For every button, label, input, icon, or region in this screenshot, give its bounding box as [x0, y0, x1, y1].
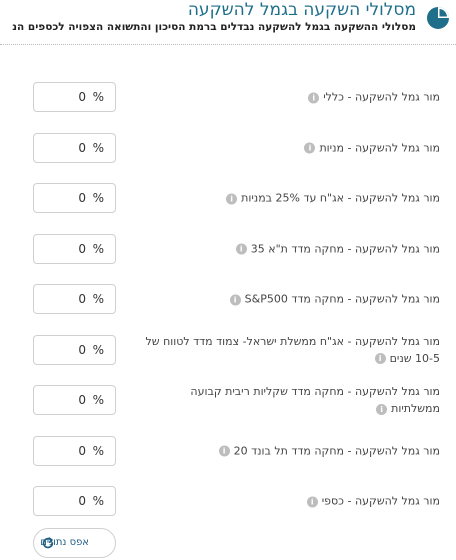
investment-tracks-page: מסלולי השקעה בגמל להשקעה מסלולי ההשקעה ב…	[0, 0, 456, 560]
track-row-money-market: מור גמל להשקעה - כספיi 0 %	[0, 476, 456, 527]
track-label: מור גמל להשקעה - כלליi	[140, 89, 440, 106]
reset-data-button[interactable]: אפס נתונים	[33, 528, 116, 558]
info-icon[interactable]: i	[218, 445, 230, 457]
info-icon[interactable]: i	[226, 193, 238, 205]
info-icon[interactable]: i	[306, 496, 318, 508]
input-value: 0	[78, 494, 86, 509]
header: מסלולי השקעה בגמל להשקעה מסלולי ההשקעה ב…	[0, 0, 456, 40]
track-percent-input[interactable]: 0 %	[33, 334, 116, 365]
input-value: 0	[78, 140, 86, 155]
track-row-telbond20: מור גמל להשקעה - מחקה מדד תל בונד 20i 0 …	[0, 426, 456, 477]
info-icon[interactable]: i	[235, 243, 247, 255]
track-row-sp500: מור גמל להשקעה - מחקה מדד S&P500i 0 %	[0, 274, 456, 325]
percent-unit: %	[92, 140, 104, 155]
track-label: מור גמל להשקעה - אג"ח עד 25% במניותi	[140, 190, 440, 207]
tracks-list: מור גמל להשקעה - כלליi 0 % מור גמל להשקע…	[0, 72, 456, 527]
track-percent-input[interactable]: 0 %	[33, 183, 116, 214]
info-icon[interactable]: i	[304, 142, 316, 154]
percent-unit: %	[92, 191, 104, 206]
input-value: 0	[78, 393, 86, 408]
percent-unit: %	[92, 90, 104, 105]
info-icon[interactable]: i	[308, 92, 320, 104]
track-label: מור גמל להשקעה - מחקה מדד תל בונד 20i	[140, 442, 440, 459]
percent-unit: %	[92, 342, 104, 357]
info-icon[interactable]: i	[229, 294, 241, 306]
track-percent-input[interactable]: 0 %	[33, 132, 116, 163]
track-label: מור גמל להשקעה - מניותi	[140, 139, 440, 156]
percent-unit: %	[92, 292, 104, 307]
track-label: מור גמל להשקעה - מחקה מדד שקליות ריבית ק…	[190, 385, 440, 416]
track-label: מור גמל להשקעה - מחקה מדד S&P500i	[140, 291, 440, 308]
track-row-ta35: מור גמל להשקעה - מחקה מדד ת"א 35i 0 %	[0, 224, 456, 275]
input-value: 0	[78, 191, 86, 206]
track-percent-input[interactable]: 0 %	[33, 385, 116, 416]
track-label: מור גמל להשקעה - כספיi	[140, 493, 440, 510]
track-label: מור גמל להשקעה - מחקה מדד ת"א 35i	[140, 240, 440, 257]
track-row-gov-bonds: מור גמל להשקעה - אג"ח ממשלת ישראל- צמוד …	[0, 325, 456, 376]
pie-chart-icon	[427, 7, 449, 29]
page-subtitle: מסלולי ההשקעה בגמל להשקעה נבדלים ברמת הס…	[12, 21, 416, 33]
input-value: 0	[78, 90, 86, 105]
input-value: 0	[78, 443, 86, 458]
track-percent-input[interactable]: 0 %	[33, 486, 116, 517]
track-row-general: מור גמל להשקעה - כלליi 0 %	[0, 72, 456, 123]
percent-unit: %	[92, 393, 104, 408]
input-value: 0	[78, 241, 86, 256]
track-label: מור גמל להשקעה - אג"ח ממשלת ישראל- צמוד …	[145, 334, 440, 365]
info-icon[interactable]: i	[374, 353, 386, 365]
page-title: מסלולי השקעה בגמל להשקעה	[187, 0, 416, 20]
refresh-icon	[42, 537, 54, 549]
track-row-stocks: מור גמל להשקעה - מניותi 0 %	[0, 123, 456, 174]
track-row-shekel-fixed: מור גמל להשקעה - מחקה מדד שקליות ריבית ק…	[0, 375, 456, 426]
percent-unit: %	[92, 241, 104, 256]
track-row-bonds-25: מור גמל להשקעה - אג"ח עד 25% במניותi 0 %	[0, 173, 456, 224]
header-divider	[0, 44, 456, 45]
input-value: 0	[78, 292, 86, 307]
track-percent-input[interactable]: 0 %	[33, 233, 116, 264]
track-percent-input[interactable]: 0 %	[33, 435, 116, 466]
track-percent-input[interactable]: 0 %	[33, 82, 116, 113]
info-icon[interactable]: i	[376, 403, 388, 415]
track-percent-input[interactable]: 0 %	[33, 284, 116, 315]
percent-unit: %	[92, 494, 104, 509]
percent-unit: %	[92, 443, 104, 458]
input-value: 0	[78, 342, 86, 357]
